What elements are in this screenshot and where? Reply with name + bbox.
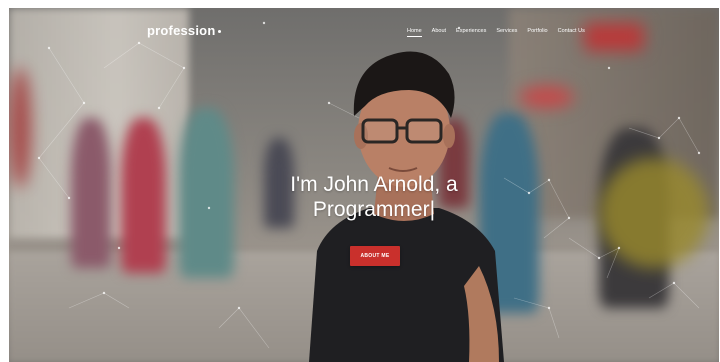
- nav-link-experiences[interactable]: Experiences: [456, 28, 486, 37]
- nav-link-services[interactable]: Services: [496, 28, 517, 37]
- nav-link-contact[interactable]: Contact Us: [558, 28, 585, 37]
- main-menu: Home About Experiences Services Portfoli…: [407, 28, 595, 37]
- typing-caret: |: [429, 198, 436, 221]
- logo-dot-icon: [218, 30, 222, 33]
- site-logo[interactable]: profession: [147, 23, 222, 38]
- about-me-button[interactable]: ABOUT ME: [350, 246, 400, 266]
- hero-headline-line1: I'm John Arnold, a: [290, 173, 458, 196]
- hero-section: profession Home About Experiences Servic…: [9, 8, 719, 362]
- nav-link-home[interactable]: Home: [407, 28, 422, 37]
- hero-headline: I'm John Arnold, a Programmer|: [209, 172, 539, 222]
- top-navbar: profession Home About Experiences Servic…: [9, 8, 719, 58]
- hero-typed-word: Programmer: [312, 198, 430, 221]
- site-logo-text: profession: [147, 23, 216, 38]
- hero-headline-line2: Programmer|: [209, 197, 539, 222]
- nav-link-about[interactable]: About: [432, 28, 446, 37]
- nav-link-portfolio[interactable]: Portfolio: [527, 28, 547, 37]
